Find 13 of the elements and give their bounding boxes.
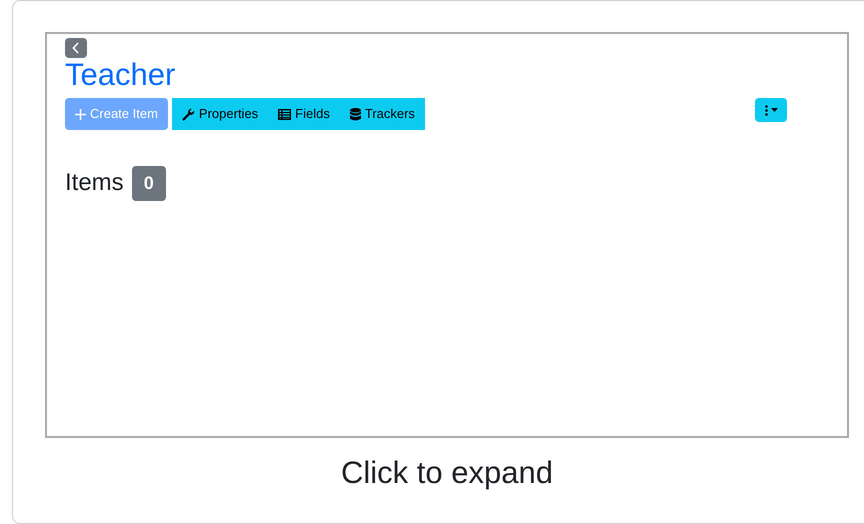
kebab-icon	[764, 104, 768, 116]
plus-icon	[75, 108, 86, 120]
section-heading: Items	[65, 169, 124, 198]
caret-icon	[770, 108, 778, 112]
database-icon	[350, 108, 361, 121]
back-button[interactable]	[65, 38, 87, 58]
wrench-icon	[182, 108, 195, 121]
expand-caption[interactable]: Click to expand	[45, 450, 849, 496]
chevron-left-icon	[72, 42, 80, 54]
page-title: Teacher	[65, 58, 176, 92]
more-options-button[interactable]	[755, 98, 787, 122]
item-count: 0	[132, 166, 166, 202]
table-icon	[278, 108, 292, 120]
